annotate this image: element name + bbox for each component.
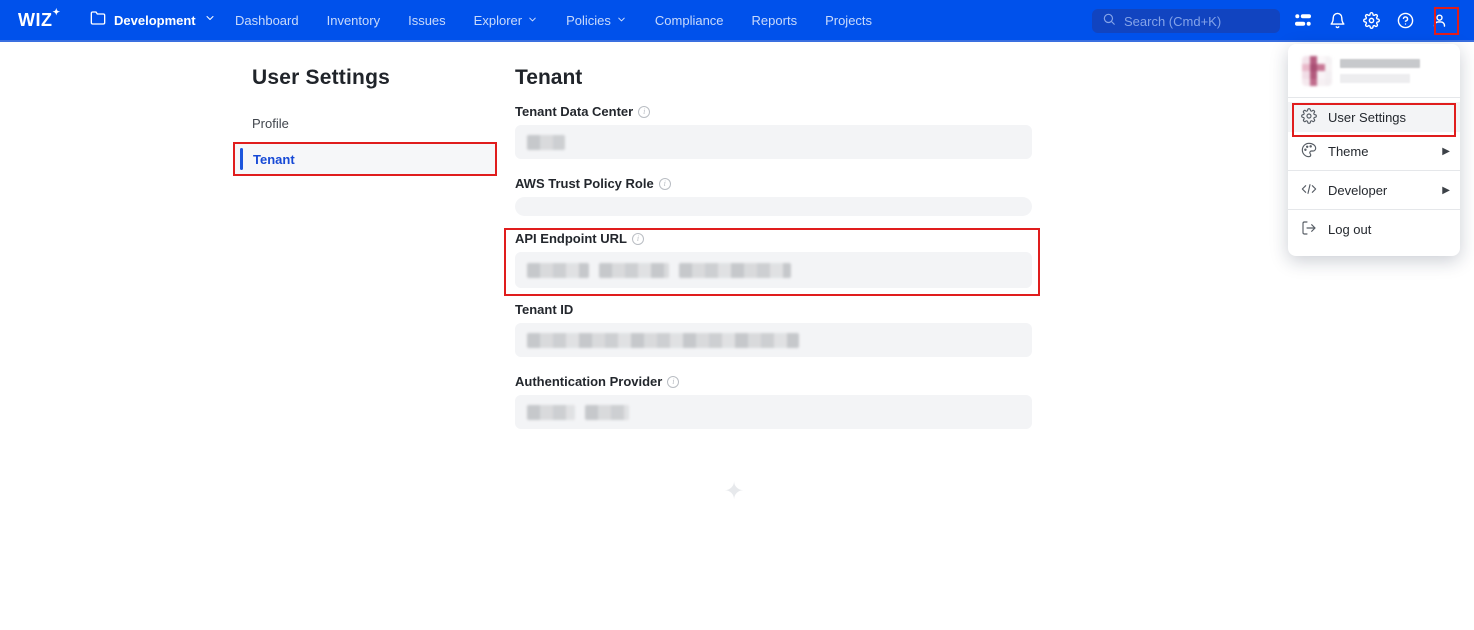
field-tenant-data-center: Tenant Data Center i <box>515 104 1032 159</box>
chevron-down-icon <box>204 11 216 29</box>
field-label: Authentication Provider <box>515 374 662 389</box>
redacted-value <box>527 333 799 348</box>
global-search[interactable] <box>1092 9 1280 33</box>
logout-icon <box>1301 220 1317 239</box>
chevron-down-icon <box>616 13 627 28</box>
api-endpoint-url-field <box>515 252 1032 288</box>
field-label: AWS Trust Policy Role <box>515 176 654 191</box>
palette-icon <box>1301 142 1317 161</box>
tenant-id-value <box>515 323 1032 357</box>
chevron-right-icon: ▶ <box>1442 185 1450 196</box>
chevron-down-icon <box>527 13 538 28</box>
info-icon[interactable]: i <box>659 178 671 190</box>
nav-explorer[interactable]: Explorer <box>474 13 538 28</box>
redacted-value <box>527 405 575 420</box>
user-dropdown-menu: User Settings Theme ▶ Developer ▶ Log ou… <box>1288 44 1460 256</box>
user-avatar-button[interactable] <box>1430 11 1448 29</box>
app-window: WIZ✦ Development Dashboard Inventory Iss… <box>0 0 1474 630</box>
nav-inventory[interactable]: Inventory <box>327 13 380 28</box>
logo-sparkle-icon: ✦ <box>53 7 61 17</box>
sparkle-watermark-icon: ✦ <box>724 477 744 506</box>
sidebar-item-tenant[interactable]: Tenant <box>235 144 495 174</box>
menu-divider <box>1288 170 1460 171</box>
info-icon[interactable]: i <box>632 233 644 245</box>
nav-projects[interactable]: Projects <box>825 13 872 28</box>
field-tenant-id: Tenant ID <box>515 302 1032 357</box>
code-icon <box>1301 181 1317 200</box>
field-api-endpoint-url: API Endpoint URL i <box>515 231 1032 288</box>
field-label: API Endpoint URL <box>515 231 627 246</box>
help-icon[interactable] <box>1396 11 1414 29</box>
nav-dashboard[interactable]: Dashboard <box>235 13 299 28</box>
avatar <box>1302 56 1332 86</box>
panel-title: Tenant <box>515 66 582 90</box>
top-navigation-bar: WIZ✦ Development Dashboard Inventory Iss… <box>0 0 1474 42</box>
sidebar-item-profile[interactable]: Profile <box>252 116 289 131</box>
wiz-logo[interactable]: WIZ✦ <box>18 10 61 31</box>
redacted-value <box>585 405 629 420</box>
menu-divider <box>1288 209 1460 210</box>
nav-policies[interactable]: Policies <box>566 13 627 28</box>
field-label: Tenant Data Center <box>515 104 633 119</box>
redacted-user-email <box>1340 74 1410 83</box>
sliders-icon[interactable] <box>1294 11 1312 29</box>
redacted-value <box>527 135 565 150</box>
project-switcher[interactable]: Development <box>90 0 216 40</box>
aws-trust-policy-role-value <box>515 197 1032 216</box>
redacted-value <box>527 263 589 278</box>
developer-menu-item[interactable]: Developer ▶ <box>1288 175 1460 205</box>
search-input[interactable] <box>1124 14 1264 29</box>
project-name: Development <box>114 13 196 28</box>
theme-menu-item[interactable]: Theme ▶ <box>1288 136 1460 166</box>
logout-menu-item[interactable]: Log out <box>1288 214 1460 244</box>
menu-divider <box>1288 97 1460 98</box>
nav-compliance[interactable]: Compliance <box>655 13 724 28</box>
topbar-actions <box>1294 0 1448 40</box>
page-title: User Settings <box>252 66 390 90</box>
bell-icon[interactable] <box>1328 11 1346 29</box>
info-icon[interactable]: i <box>638 106 650 118</box>
info-icon[interactable]: i <box>667 376 679 388</box>
nav-issues[interactable]: Issues <box>408 13 446 28</box>
redacted-user-name <box>1340 59 1420 68</box>
active-indicator <box>240 148 243 170</box>
tenant-data-center-value <box>515 125 1032 159</box>
folder-icon <box>90 10 106 31</box>
gear-icon[interactable] <box>1362 11 1380 29</box>
field-aws-trust-policy-role: AWS Trust Policy Role i <box>515 176 1032 216</box>
field-authentication-provider: Authentication Provider i <box>515 374 1032 429</box>
primary-nav: Dashboard Inventory Issues Explorer Poli… <box>235 0 872 40</box>
search-icon <box>1102 12 1116 31</box>
redacted-value <box>599 263 669 278</box>
field-label: Tenant ID <box>515 302 573 317</box>
authentication-provider-value <box>515 395 1032 429</box>
chevron-right-icon: ▶ <box>1442 146 1450 157</box>
user-settings-menu-item[interactable]: User Settings <box>1288 102 1460 132</box>
redacted-value <box>679 263 791 278</box>
user-menu-header <box>1288 44 1460 97</box>
gear-icon <box>1301 108 1317 127</box>
user-identity-redacted <box>1340 56 1420 83</box>
nav-reports[interactable]: Reports <box>752 13 798 28</box>
